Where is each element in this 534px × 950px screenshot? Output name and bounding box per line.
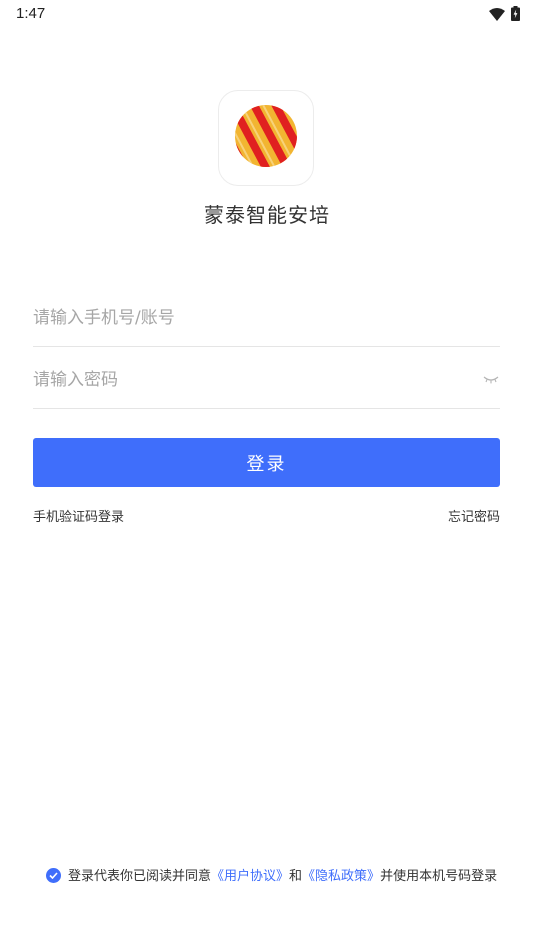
striped-ball-logo-icon <box>233 103 299 173</box>
agreement-text: 登录代表你已阅读并同意《用户协议》和《隐私政策》并使用本机号码登录 <box>46 866 506 887</box>
status-bar: 1:47 <box>0 0 534 30</box>
app-logo <box>218 90 314 186</box>
status-time: 1:47 <box>16 5 46 22</box>
login-button[interactable]: 登录 <box>33 438 500 487</box>
privacy-policy-link[interactable]: 《隐私政策》 <box>302 869 380 884</box>
app-name: 蒙泰智能安培 <box>204 203 330 227</box>
agreement-and: 和 <box>289 869 303 884</box>
phone-input[interactable] <box>33 291 453 345</box>
agreement: 登录代表你已阅读并同意《用户协议》和《隐私政策》并使用本机号码登录 <box>46 866 506 887</box>
agree-checkbox[interactable] <box>46 868 61 883</box>
eye-closed-icon[interactable] <box>482 371 500 389</box>
wifi-icon <box>489 6 505 25</box>
phone-field <box>33 291 500 347</box>
agreement-suffix: 并使用本机号码登录 <box>380 869 498 884</box>
battery-icon <box>511 6 520 25</box>
user-agreement-link[interactable]: 《用户协议》 <box>211 869 289 884</box>
forgot-password-link[interactable]: 忘记密码 <box>448 506 500 525</box>
status-icons <box>489 6 520 25</box>
check-icon <box>49 872 58 879</box>
sms-login-link[interactable]: 手机验证码登录 <box>33 506 124 525</box>
password-field <box>33 353 500 409</box>
password-input[interactable] <box>33 353 453 407</box>
agreement-prefix: 登录代表你已阅读并同意 <box>68 869 212 884</box>
